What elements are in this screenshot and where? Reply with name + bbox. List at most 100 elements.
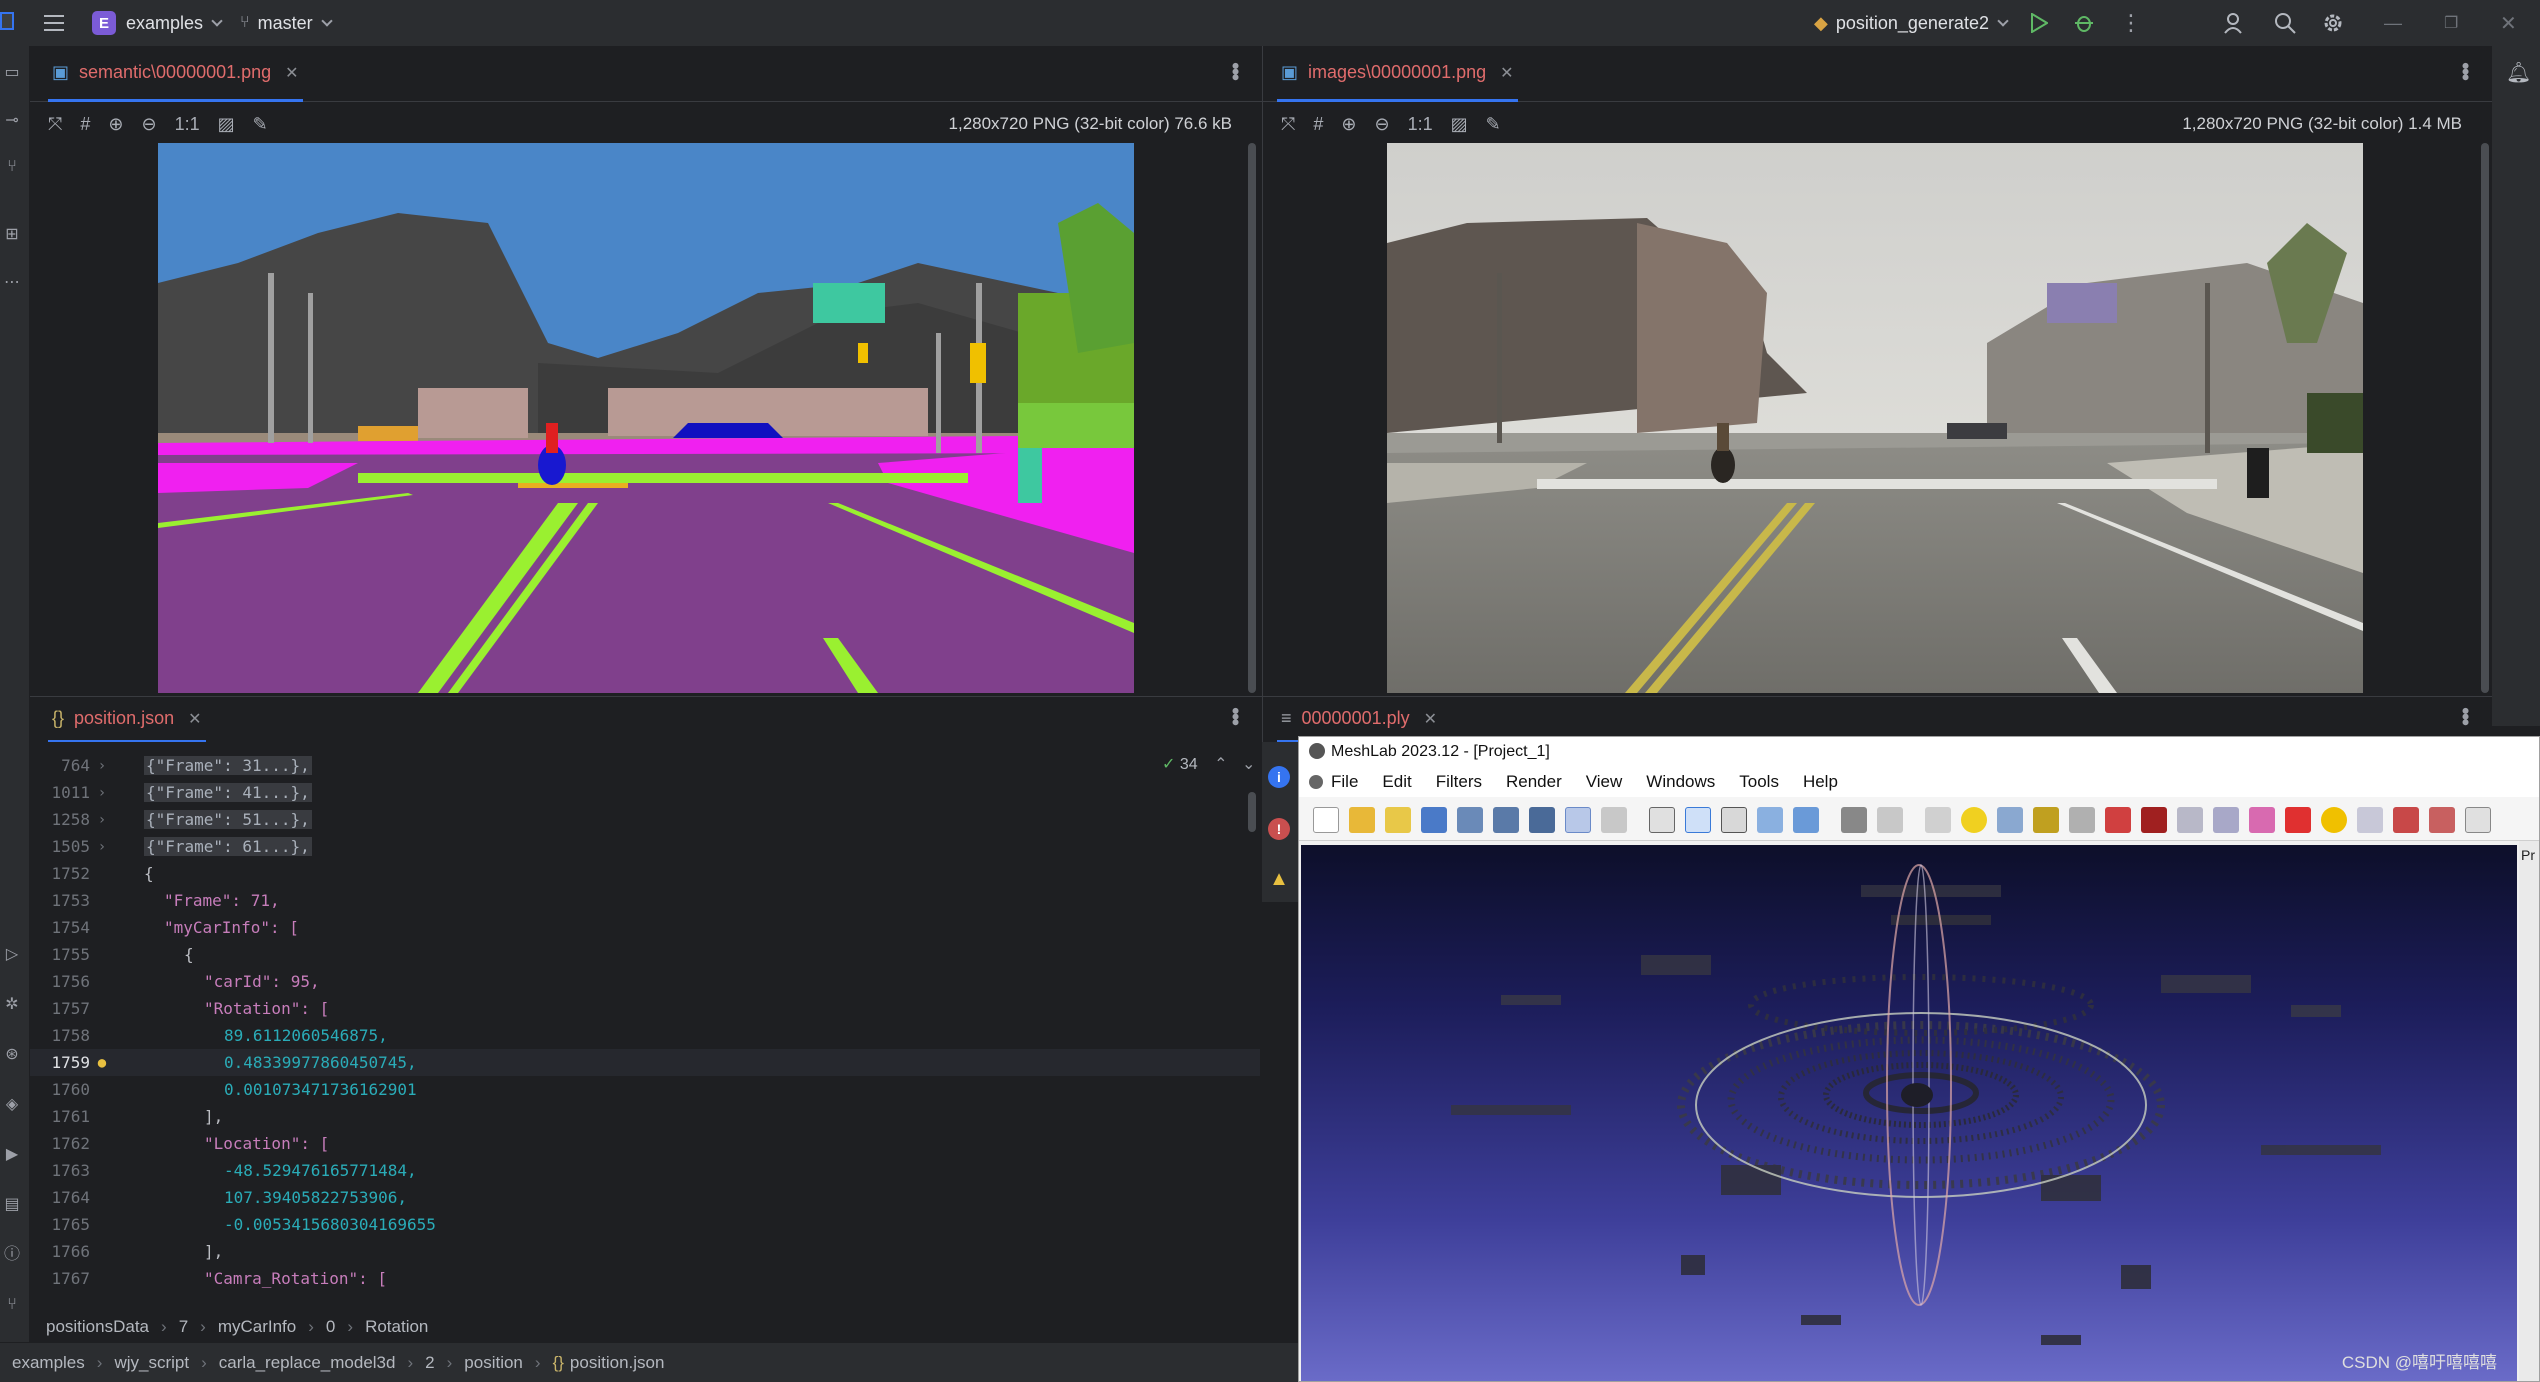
breadcrumb-item[interactable]: 0 — [326, 1317, 335, 1337]
light-icon[interactable] — [1841, 807, 1867, 833]
select-box-icon[interactable] — [2465, 807, 2491, 833]
structure-icon[interactable]: ⊞ — [3, 226, 21, 244]
close-window-icon[interactable]: ✕ — [2500, 0, 2517, 46]
layers-icon[interactable]: ◈ — [3, 1096, 21, 1114]
minimize-icon[interactable]: — — [2384, 0, 2402, 46]
git-icon[interactable]: ⑂ — [3, 1296, 21, 1314]
terminal-icon[interactable]: ▤ — [3, 1196, 21, 1214]
info-icon[interactable] — [2321, 807, 2347, 833]
delete-faces-icon[interactable] — [2393, 807, 2419, 833]
close-icon[interactable]: ✕ — [1500, 63, 1513, 83]
menu-tools[interactable]: Tools — [1739, 772, 1779, 792]
folder-icon[interactable]: ▭ — [3, 64, 21, 82]
vertical-scrollbar[interactable] — [1248, 143, 1256, 693]
reload-icon[interactable] — [1421, 807, 1447, 833]
status-path-item[interactable]: carla_replace_model3d — [219, 1353, 396, 1373]
status-path-item[interactable]: 2 — [425, 1353, 434, 1373]
close-icon[interactable]: ✕ — [285, 63, 298, 83]
vertical-scrollbar[interactable] — [2481, 143, 2489, 693]
menu-windows[interactable]: Windows — [1646, 772, 1715, 792]
more-tools-icon[interactable]: ⋯ — [3, 274, 21, 292]
grid-icon[interactable]: # — [1313, 114, 1323, 135]
align-icon[interactable] — [1601, 807, 1627, 833]
chessboard-icon[interactable]: ▨ — [218, 114, 235, 135]
paint-icon[interactable] — [2105, 807, 2131, 833]
account-button[interactable] — [2224, 0, 2246, 46]
flat-shading-icon[interactable] — [1757, 807, 1783, 833]
select-connected-icon[interactable] — [2357, 807, 2383, 833]
json-editor[interactable]: ✓ 34 ⌃ ⌄ 764 › {"Frame": 31...}, 1011 › {"Fr… — [30, 742, 1260, 1312]
zoom-out-icon[interactable]: ⊖ — [1375, 114, 1390, 135]
maximize-icon[interactable]: ❐ — [2444, 0, 2458, 46]
run-config-selector[interactable]: ◆ position_generate2 — [1814, 0, 2009, 46]
menu-render[interactable]: Render — [1506, 772, 1562, 792]
select-icon[interactable] — [2069, 807, 2095, 833]
status-path-item[interactable]: position.json — [570, 1353, 665, 1373]
tab-position-json[interactable]: {} position.json ✕ — [48, 697, 206, 743]
vertical-scrollbar[interactable] — [1248, 792, 1256, 832]
services-icon[interactable]: ▶ — [3, 1146, 21, 1164]
close-icon[interactable]: ✕ — [188, 709, 201, 729]
edit-icon[interactable] — [2141, 807, 2167, 833]
export-mesh-icon[interactable] — [1493, 807, 1519, 833]
more-icon[interactable]: ••• — [1223, 707, 1248, 724]
manipulator-icon[interactable] — [2249, 807, 2275, 833]
error-icon[interactable]: ! — [1268, 818, 1290, 840]
meshlab-3d-viewport[interactable]: CSDN @嘻吁嘻嘻嘻 — [1301, 845, 2517, 1381]
smooth-shading-icon[interactable] — [1793, 807, 1819, 833]
project-selector[interactable]: E examples — [92, 0, 223, 46]
status-path-item[interactable]: examples — [12, 1353, 85, 1373]
measure-icon[interactable] — [1997, 807, 2023, 833]
pick-icon[interactable] — [2033, 807, 2059, 833]
menu-edit[interactable]: Edit — [1382, 772, 1411, 792]
color-picker-icon[interactable]: ✎ — [1486, 114, 1501, 135]
run-button[interactable] — [2030, 0, 2048, 46]
more-icon[interactable]: ••• — [1223, 62, 1248, 79]
menu-file[interactable]: File — [1331, 772, 1358, 792]
more-icon[interactable]: ••• — [2453, 707, 2478, 724]
pull-request-icon[interactable]: ⑂ — [3, 158, 21, 176]
zoom-in-icon[interactable]: ⊕ — [1341, 114, 1356, 135]
debug-button[interactable] — [2074, 0, 2094, 46]
new-project-icon[interactable] — [1313, 807, 1339, 833]
more-icon[interactable]: ••• — [2453, 62, 2478, 79]
fit-icon[interactable]: ⤧ — [1281, 114, 1295, 135]
settings-button[interactable] — [2322, 0, 2344, 46]
menu-help[interactable]: Help — [1803, 772, 1838, 792]
reload-all-icon[interactable] — [1457, 807, 1483, 833]
notifications-icon[interactable]: 🔔︎ — [2506, 60, 2531, 85]
menu-view[interactable]: View — [1586, 772, 1623, 792]
trackball-icon[interactable] — [1925, 807, 1951, 833]
breadcrumb-item[interactable]: myCarInfo — [218, 1317, 296, 1337]
select-faces-icon[interactable] — [2177, 807, 2203, 833]
axis-icon[interactable] — [1877, 807, 1903, 833]
wireframe-icon[interactable] — [1721, 807, 1747, 833]
points-icon[interactable] — [1685, 807, 1711, 833]
grid-icon[interactable]: # — [80, 114, 90, 135]
georef-icon[interactable] — [2285, 807, 2311, 833]
info-icon[interactable]: i — [1268, 766, 1290, 788]
breadcrumb-item[interactable]: 7 — [179, 1317, 188, 1337]
python-console-icon[interactable]: ⊛ — [3, 1046, 21, 1064]
breadcrumb-item[interactable]: positionsData — [46, 1317, 149, 1337]
tab-semantic-image[interactable]: ▣ semantic\00000001.png ✕ — [48, 46, 303, 102]
more-actions-icon[interactable]: ⋮ — [2120, 0, 2142, 46]
select-vertices-icon[interactable] — [2213, 807, 2239, 833]
delete-vertices-icon[interactable] — [2429, 807, 2455, 833]
run-tool-icon[interactable]: ▷ — [3, 946, 21, 964]
status-path-item[interactable]: wjy_script — [114, 1353, 189, 1373]
zoom-in-icon[interactable]: ⊕ — [108, 114, 123, 135]
zoom-out-icon[interactable]: ⊖ — [142, 114, 157, 135]
fit-icon[interactable]: ⤧ — [48, 114, 62, 135]
status-path-item[interactable]: position — [464, 1353, 523, 1373]
tab-camera-image[interactable]: ▣ images\00000001.png ✕ — [1277, 46, 1518, 102]
actual-size-button[interactable]: 1:1 — [1408, 114, 1433, 135]
bbox-icon[interactable] — [1649, 807, 1675, 833]
commit-icon[interactable]: ⊸ — [3, 112, 21, 130]
warning-icon[interactable]: ▲ — [1268, 868, 1290, 890]
import-mesh-icon[interactable] — [1385, 807, 1411, 833]
menu-filters[interactable]: Filters — [1436, 772, 1482, 792]
annotation-icon[interactable] — [1961, 807, 1987, 833]
actual-size-button[interactable]: 1:1 — [175, 114, 200, 135]
search-button[interactable] — [2274, 0, 2296, 46]
